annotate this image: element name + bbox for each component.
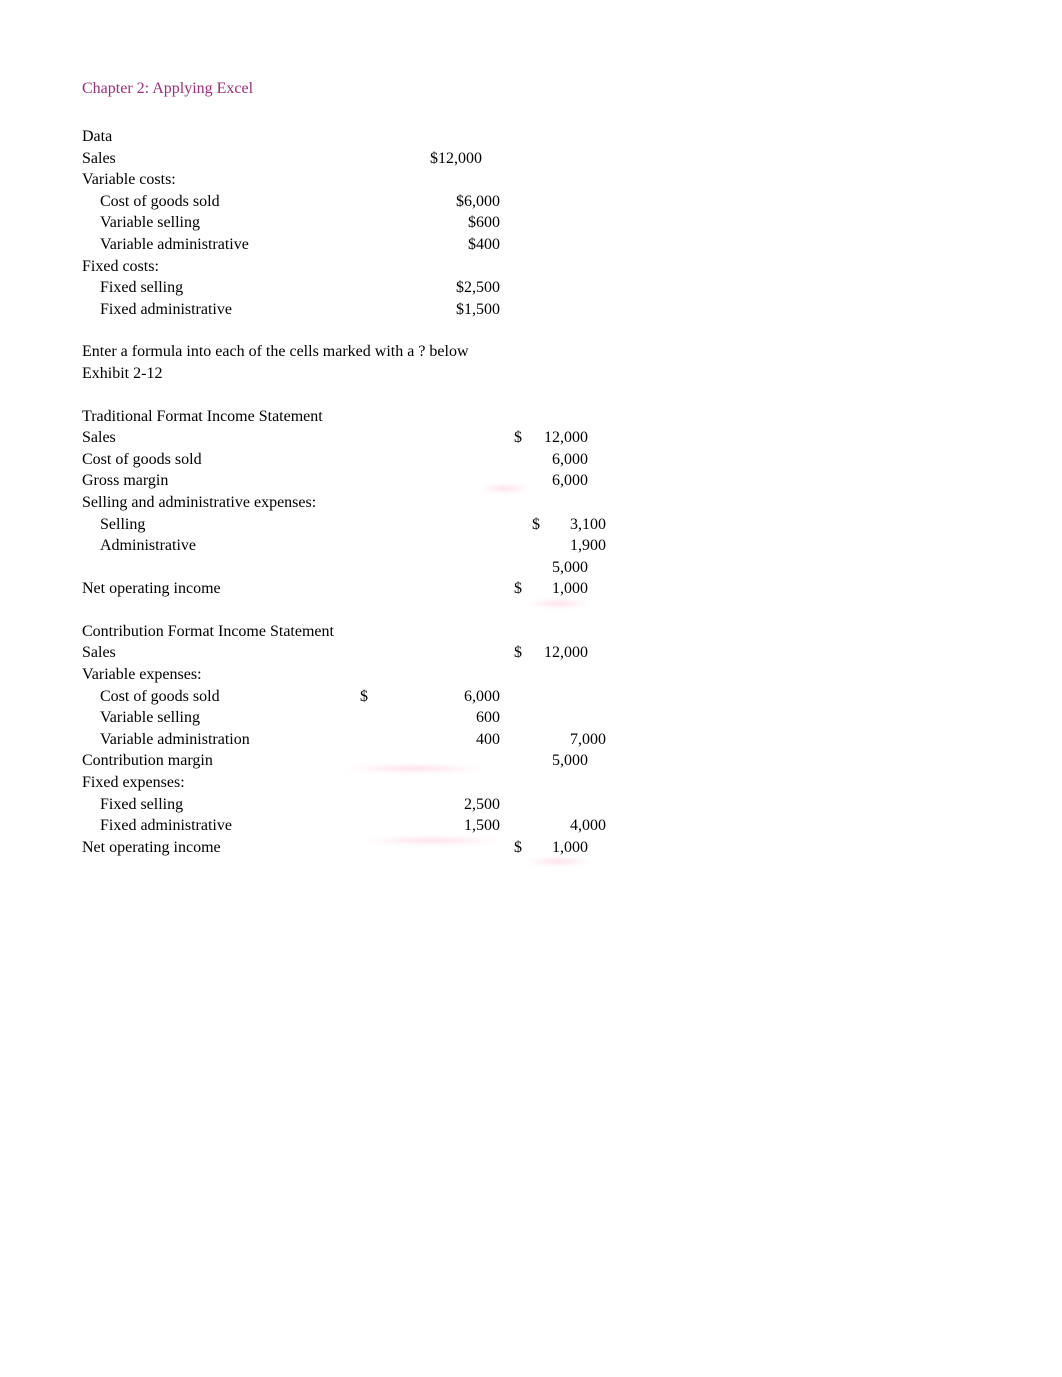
trad-noi-currency: $	[482, 578, 528, 600]
data-fixed-selling-value: $2,500	[360, 277, 500, 299]
trad-sales-label: Sales	[82, 427, 342, 449]
data-var-selling-value: $600	[360, 212, 500, 234]
contrib-var-selling-value: 600	[390, 707, 500, 729]
contrib-noi-currency: $	[482, 837, 528, 859]
data-var-selling-label: Variable selling	[82, 212, 360, 234]
contrib-var-total-value: 7,000	[546, 729, 606, 751]
trad-selling-currency: $	[500, 514, 546, 536]
data-heading: Data	[82, 126, 342, 148]
instruction-line-1: Enter a formula into each of the cells m…	[82, 341, 469, 363]
trad-gross-margin-value: 6,000	[528, 470, 588, 492]
trad-cogs-label: Cost of goods sold	[82, 449, 342, 471]
data-variable-costs-label: Variable costs:	[82, 169, 342, 191]
data-sales-value: $12,000	[342, 148, 482, 170]
data-fixed-admin-value: $1,500	[360, 299, 500, 321]
contrib-cogs-label: Cost of goods sold	[82, 686, 360, 708]
trad-cogs-value: 6,000	[528, 449, 588, 471]
contrib-fixed-selling-value: 2,500	[390, 794, 500, 816]
contrib-fixed-exp-label: Fixed expenses:	[82, 772, 342, 794]
trad-gross-margin-label: Gross margin	[82, 470, 342, 492]
contrib-sales-label: Sales	[82, 642, 342, 664]
data-fixed-selling-label: Fixed selling	[82, 277, 360, 299]
trad-admin-value: 1,900	[546, 535, 606, 557]
data-fixed-admin-label: Fixed administrative	[82, 299, 360, 321]
contrib-var-selling-label: Variable selling	[82, 707, 360, 729]
chapter-title: Chapter 2: Applying Excel	[82, 80, 722, 98]
contrib-fixed-admin-label: Fixed administrative	[82, 815, 360, 837]
contrib-sales-currency: $	[482, 642, 528, 664]
traditional-heading: Traditional Format Income Statement	[82, 406, 482, 428]
contribution-heading: Contribution Format Income Statement	[82, 621, 482, 643]
trad-sales-currency: $	[482, 427, 528, 449]
trad-noi-label: Net operating income	[82, 578, 342, 600]
contrib-fixed-total-value: 4,000	[546, 815, 606, 837]
contrib-sales-value: 12,000	[528, 642, 588, 664]
data-fixed-costs-label: Fixed costs:	[82, 256, 342, 278]
trad-sae-label: Selling and administrative expenses:	[82, 492, 482, 514]
contrib-fixed-selling-label: Fixed selling	[82, 794, 360, 816]
contrib-var-admin-label: Variable administration	[82, 729, 360, 751]
data-var-admin-value: $400	[360, 234, 500, 256]
contrib-fixed-admin-value: 1,500	[390, 815, 500, 837]
data-var-admin-label: Variable administrative	[82, 234, 360, 256]
document-page: Chapter 2: Applying Excel Data Sales $12…	[0, 0, 722, 858]
contrib-var-exp-label: Variable expenses:	[82, 664, 342, 686]
trad-selling-label: Selling	[82, 514, 360, 536]
trad-admin-label: Administrative	[82, 535, 360, 557]
trad-sae-total-value: 5,000	[528, 557, 588, 579]
contrib-cm-label: Contribution margin	[82, 750, 342, 772]
data-sales-label: Sales	[82, 148, 342, 170]
data-cogs-value: $6,000	[360, 191, 500, 213]
contrib-cm-value: 5,000	[528, 750, 588, 772]
contrib-noi-label: Net operating income	[82, 837, 342, 859]
trad-selling-value: 3,100	[546, 514, 606, 536]
contrib-cogs-currency: $	[360, 686, 390, 708]
contrib-var-admin-value: 400	[390, 729, 500, 751]
trad-sales-value: 12,000	[528, 427, 588, 449]
data-cogs-label: Cost of goods sold	[82, 191, 360, 213]
contrib-noi-value: 1,000	[528, 837, 588, 859]
trad-noi-value: 1,000	[528, 578, 588, 600]
instruction-line-2: Exhibit 2-12	[82, 363, 162, 385]
contrib-cogs-value: 6,000	[390, 686, 500, 708]
